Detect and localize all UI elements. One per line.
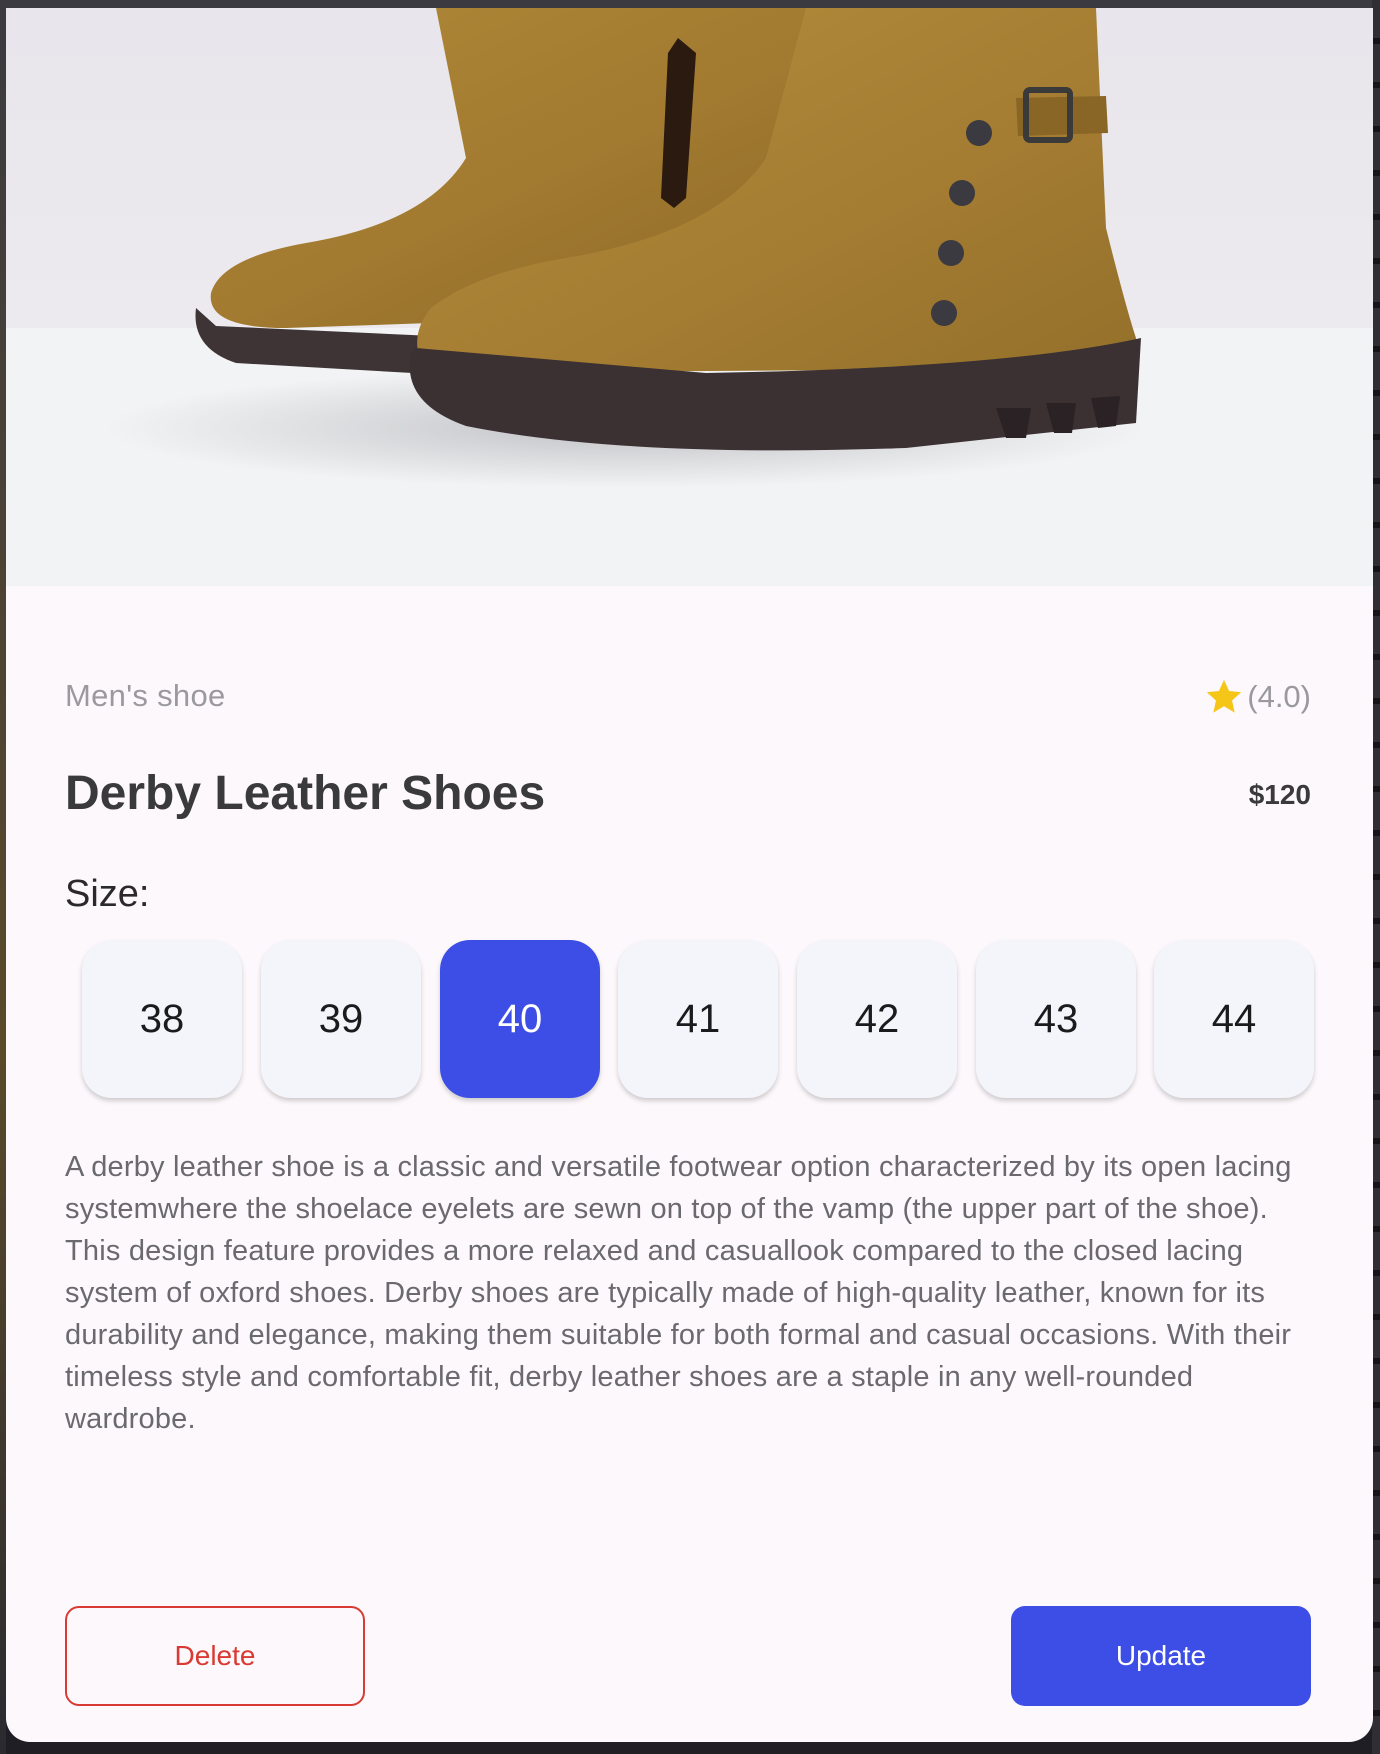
update-button[interactable]: Update xyxy=(1011,1606,1311,1706)
size-option-44[interactable]: 44 xyxy=(1154,940,1314,1098)
boots-photo xyxy=(6,8,1373,586)
size-option-39[interactable]: 39 xyxy=(261,940,421,1098)
rating-value: (4.0) xyxy=(1247,679,1311,714)
product-rating: (4.0) xyxy=(1203,676,1311,718)
background-scrollbar-edge xyxy=(1372,0,1380,1754)
size-option-41[interactable]: 41 xyxy=(618,940,778,1098)
product-detail-sheet: Men's shoe (4.0) Derby Leather Shoes $12… xyxy=(6,8,1373,1742)
product-category: Men's shoe xyxy=(65,678,226,713)
star-icon xyxy=(1207,679,1242,713)
product-description: A derby leather shoe is a classic and ve… xyxy=(65,1151,1292,1435)
window-top-border xyxy=(0,0,1380,8)
product-image xyxy=(6,8,1373,586)
size-option-38[interactable]: 38 xyxy=(82,940,242,1098)
size-selector: 38 39 40 41 42 43 44 xyxy=(65,926,1318,1106)
product-details: Men's shoe (4.0) Derby Leather Shoes $12… xyxy=(6,586,1373,1742)
delete-button[interactable]: Delete xyxy=(65,1606,365,1706)
size-option-43[interactable]: 43 xyxy=(976,940,1136,1098)
size-option-40-selected[interactable]: 40 xyxy=(440,940,600,1098)
size-option-42[interactable]: 42 xyxy=(797,940,957,1098)
product-title: Derby Leather Shoes xyxy=(65,767,546,820)
size-label: Size: xyxy=(65,873,150,915)
product-price: $120 xyxy=(1248,779,1311,810)
